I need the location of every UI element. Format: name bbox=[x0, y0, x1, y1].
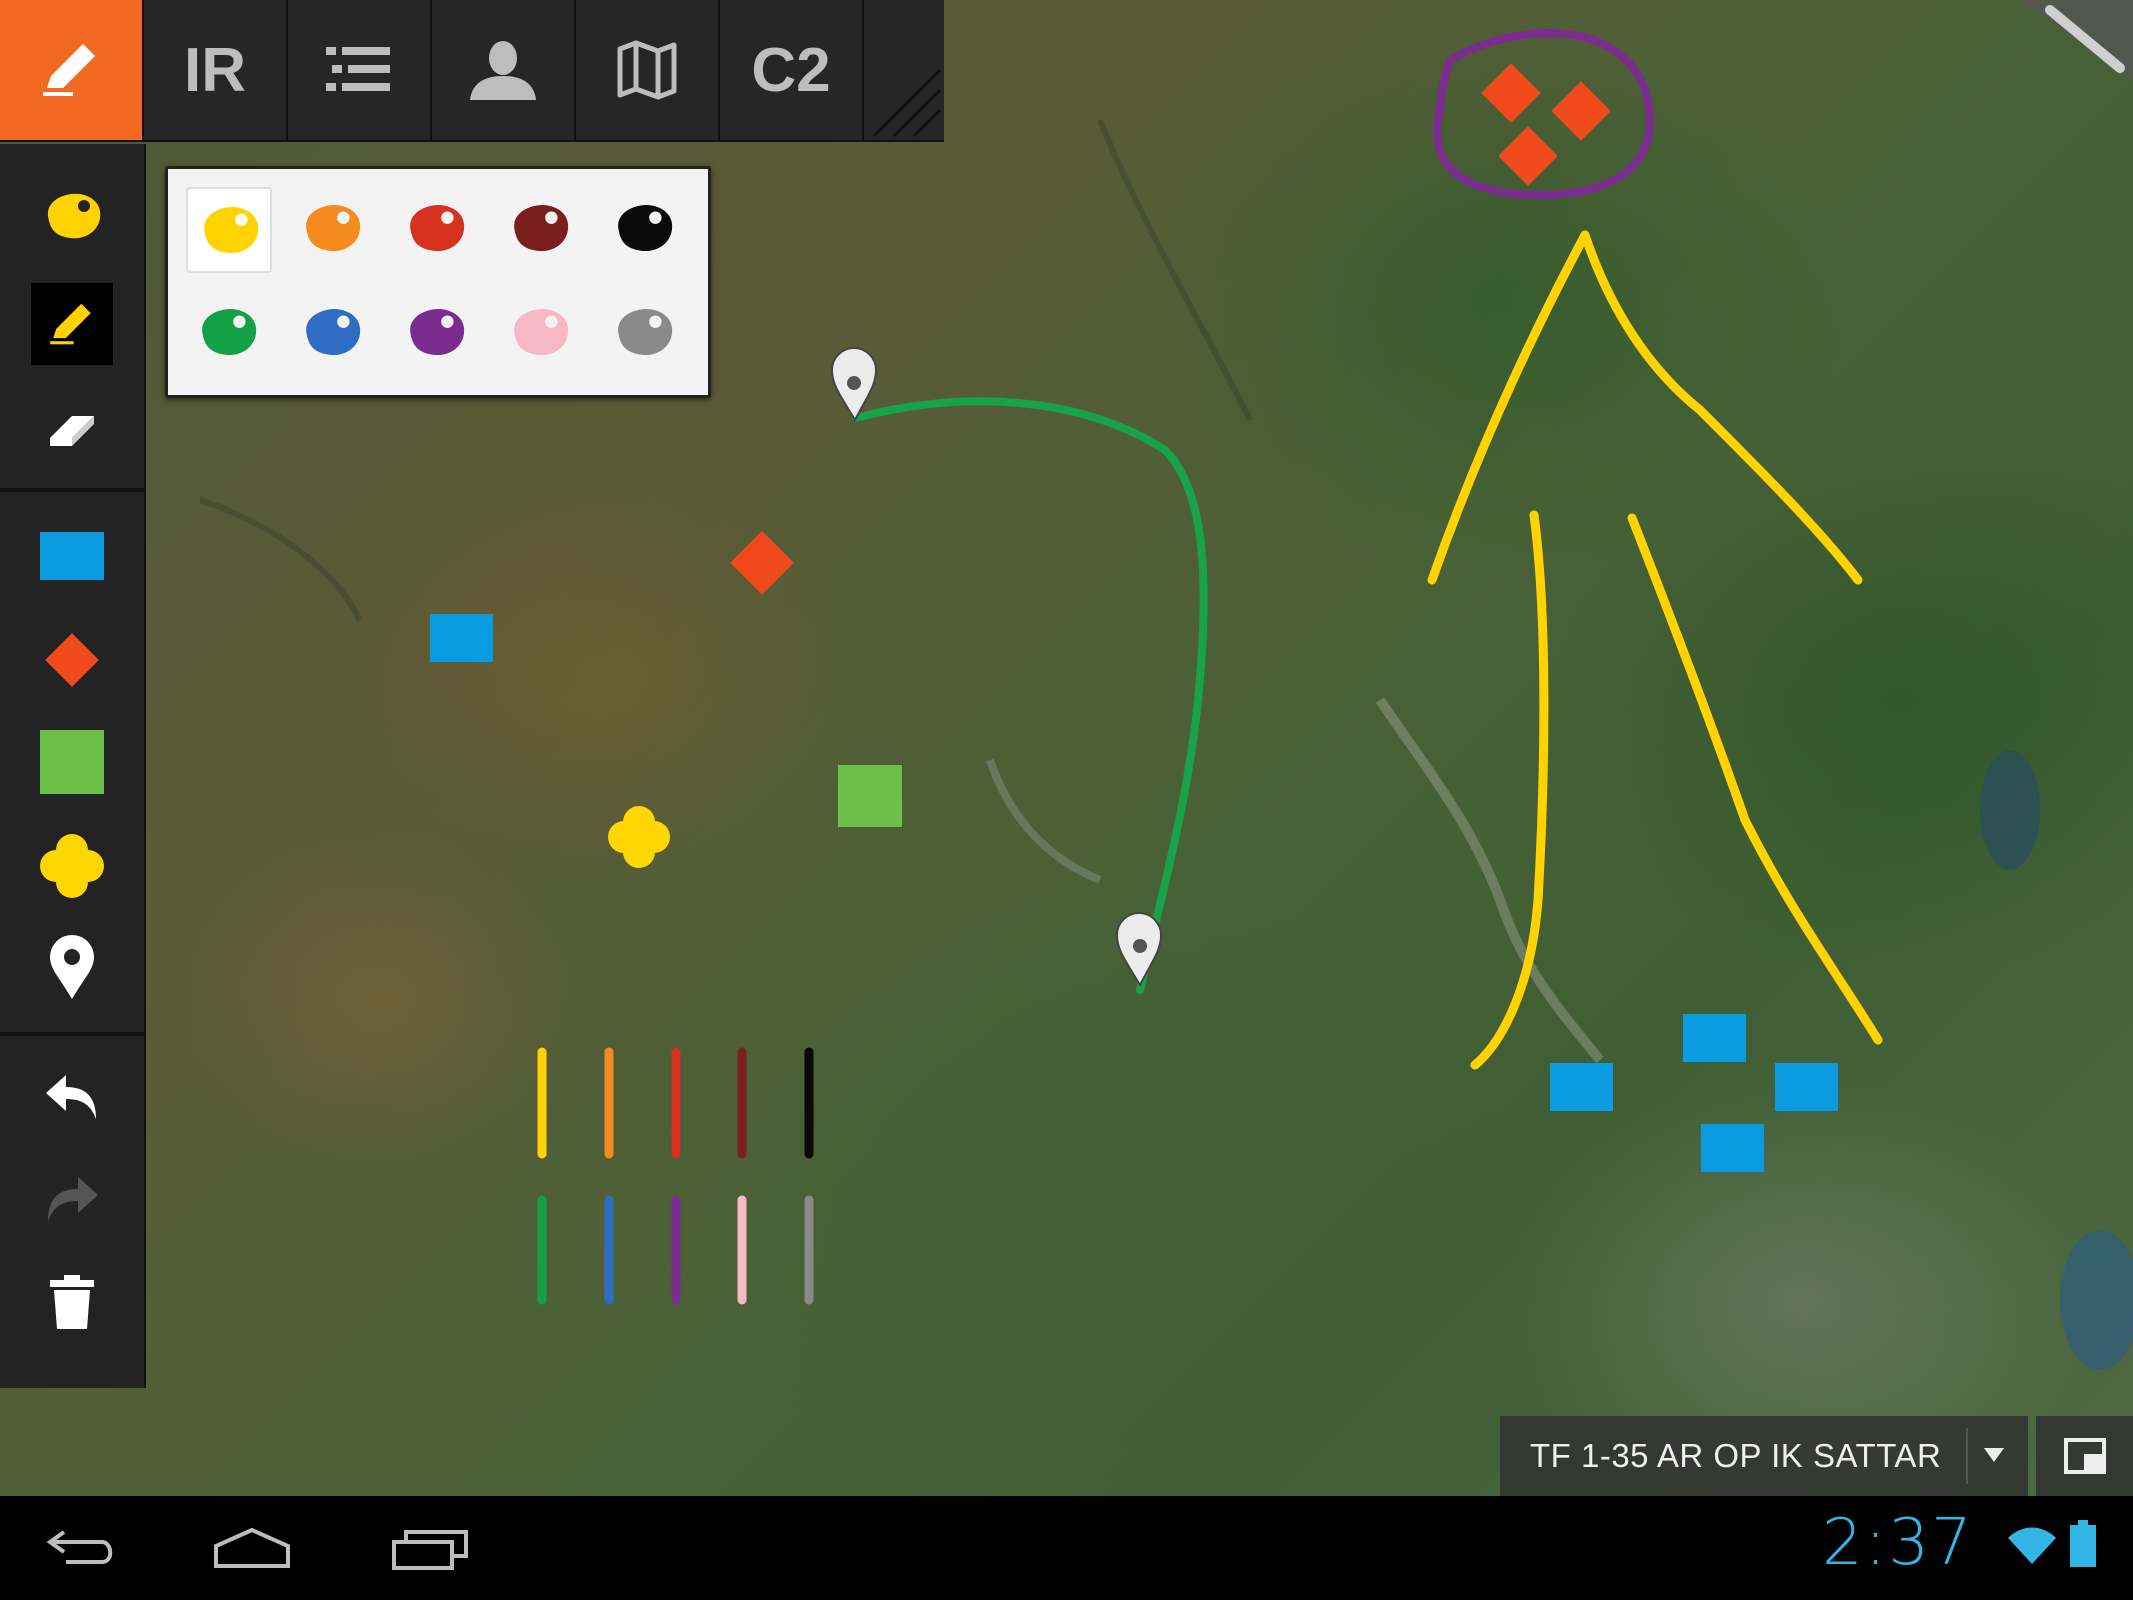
tool-eraser[interactable] bbox=[0, 380, 144, 480]
arrow-line bbox=[1627, 513, 1883, 1045]
color-swatch-orange[interactable] bbox=[290, 187, 372, 269]
tool-color-palette[interactable] bbox=[0, 166, 144, 266]
resize-grip-icon bbox=[872, 68, 942, 138]
palette-icon bbox=[202, 309, 257, 356]
tool-unknown-unit[interactable] bbox=[0, 816, 144, 916]
tool-pencil-highlight bbox=[31, 283, 113, 365]
color-palette-popup bbox=[165, 166, 711, 398]
undo-icon bbox=[46, 1075, 96, 1119]
back-arrow-icon bbox=[46, 1530, 113, 1564]
color-swatch-green[interactable] bbox=[186, 291, 268, 373]
home-icon bbox=[214, 1527, 290, 1568]
enemy-unit-marker bbox=[1551, 81, 1611, 141]
tab-c2[interactable]: C2 bbox=[720, 0, 864, 142]
yellow-cluster-icon bbox=[40, 834, 104, 898]
palette-icon bbox=[204, 207, 259, 254]
green-square-icon bbox=[40, 730, 104, 794]
palette-icon bbox=[306, 205, 361, 252]
arrow-line bbox=[1470, 510, 1549, 1070]
palette-icon bbox=[514, 205, 569, 252]
color-swatch-yellow[interactable] bbox=[186, 187, 272, 273]
map-pin-marker bbox=[1115, 912, 1163, 988]
palette-icon bbox=[47, 193, 101, 239]
system-navigation-bar bbox=[0, 1496, 2133, 1600]
friendly-unit-marker bbox=[1775, 1063, 1838, 1111]
color-swatch-black[interactable] bbox=[602, 187, 684, 269]
tab-c2-label: C2 bbox=[751, 35, 831, 105]
tool-friendly-unit[interactable] bbox=[0, 506, 144, 606]
palette-icon bbox=[410, 309, 465, 356]
friendly-unit-marker bbox=[1701, 1124, 1764, 1172]
battery-icon bbox=[2070, 1520, 2096, 1567]
palette-icon bbox=[514, 309, 569, 356]
tool-enemy-unit[interactable] bbox=[0, 610, 144, 710]
tool-pencil[interactable] bbox=[0, 274, 144, 374]
drawing-toolbar bbox=[0, 144, 146, 1388]
tab-bar-grip[interactable] bbox=[864, 0, 944, 142]
map-pin-marker bbox=[830, 347, 878, 423]
eraser-icon bbox=[50, 416, 94, 446]
color-swatch-purple[interactable] bbox=[394, 291, 476, 373]
trash-icon bbox=[50, 1275, 94, 1329]
tab-list[interactable] bbox=[288, 0, 432, 142]
arrow-line bbox=[1580, 230, 1863, 585]
palette-icon bbox=[618, 205, 673, 252]
enemy-unit-marker bbox=[1498, 126, 1558, 186]
back-button[interactable] bbox=[22, 1510, 142, 1586]
tool-undo[interactable] bbox=[0, 1048, 144, 1148]
red-diamond-icon bbox=[45, 633, 99, 687]
top-tab-bar: IR C2 bbox=[0, 0, 944, 142]
map-pin-icon bbox=[50, 935, 94, 999]
arrow-line bbox=[1427, 230, 1590, 585]
color-swatch-gray[interactable] bbox=[602, 291, 684, 373]
redo-icon bbox=[48, 1177, 98, 1221]
recent-apps-icon bbox=[392, 1530, 468, 1570]
tool-clear[interactable] bbox=[0, 1252, 144, 1352]
toolbar-divider bbox=[0, 1032, 144, 1036]
unit-selector-label: TF 1-35 AR OP IK SATTAR bbox=[1530, 1437, 1942, 1474]
enemy-unit-marker bbox=[730, 530, 794, 595]
palette-icon bbox=[410, 205, 465, 252]
recent-apps-button[interactable] bbox=[370, 1510, 490, 1586]
color-swatch-pink[interactable] bbox=[498, 291, 580, 373]
tool-redo[interactable] bbox=[0, 1150, 144, 1250]
palette-icon bbox=[618, 309, 673, 356]
neutral-unit-marker bbox=[838, 765, 902, 827]
dropdown-divider bbox=[1966, 1428, 1968, 1484]
pencil-icon bbox=[50, 303, 91, 345]
tool-neutral-unit[interactable] bbox=[0, 712, 144, 812]
color-swatch-red[interactable] bbox=[394, 187, 476, 269]
tab-draw[interactable] bbox=[0, 0, 144, 142]
status-clock: 2:37 bbox=[1822, 1506, 1974, 1580]
tab-ir[interactable]: IR bbox=[144, 0, 288, 142]
friendly-unit-marker bbox=[430, 614, 493, 662]
minimap-toggle-button[interactable] bbox=[2036, 1416, 2133, 1496]
pencil-icon bbox=[43, 44, 95, 96]
unit-selector-dropdown[interactable]: TF 1-35 AR OP IK SATTAR bbox=[1500, 1416, 2028, 1496]
tool-map-pin[interactable] bbox=[0, 918, 144, 1018]
list-icon bbox=[326, 47, 390, 91]
enemy-unit-marker bbox=[1481, 63, 1541, 123]
tab-map[interactable] bbox=[576, 0, 720, 142]
home-button[interactable] bbox=[192, 1510, 312, 1586]
route-line bbox=[852, 397, 1208, 994]
annotation-circle bbox=[1433, 28, 1654, 200]
tab-personnel[interactable] bbox=[432, 0, 576, 142]
friendly-unit-marker bbox=[1550, 1063, 1613, 1111]
toolbar-divider bbox=[0, 488, 144, 492]
wifi-icon bbox=[2008, 1527, 2056, 1564]
caret-down-icon bbox=[1984, 1448, 2004, 1462]
person-icon bbox=[470, 41, 536, 100]
picture-in-picture-icon bbox=[2063, 1438, 2106, 1474]
friendly-unit-marker bbox=[1683, 1014, 1746, 1062]
blue-rectangle-icon bbox=[40, 532, 104, 580]
color-swatch-maroon[interactable] bbox=[498, 187, 580, 269]
tab-ir-label: IR bbox=[184, 35, 246, 105]
palette-icon bbox=[306, 309, 361, 356]
unknown-unit-marker bbox=[608, 806, 670, 868]
map-icon bbox=[617, 40, 677, 100]
color-swatch-blue[interactable] bbox=[290, 291, 372, 373]
